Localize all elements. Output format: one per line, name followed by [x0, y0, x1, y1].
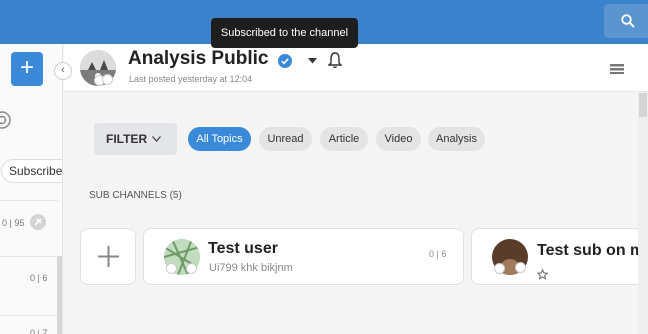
topic-chip-unread[interactable]: Unread	[259, 127, 312, 151]
collapse-sidebar-button[interactable]: ‹	[54, 62, 72, 80]
main-scrollbar[interactable]	[638, 92, 648, 334]
star-icon[interactable]	[537, 269, 548, 280]
lock-badge-icon	[515, 262, 526, 273]
unread-count: 0 | 6	[30, 273, 48, 283]
at-sign-icon[interactable]	[0, 110, 12, 130]
pin-icon[interactable]	[30, 214, 46, 230]
topic-chip-article[interactable]: Article	[320, 127, 368, 151]
hamburger-icon[interactable]	[610, 64, 624, 74]
sub-channel-card[interactable]: Test user Ui799 khk bikjnm 0 | 6	[143, 228, 464, 285]
unread-count: 0 | 95	[2, 218, 25, 228]
search-button[interactable]	[604, 4, 648, 38]
caret-down-icon[interactable]	[308, 58, 317, 64]
sub-channel-card[interactable]: Test sub on mobile	[471, 228, 648, 285]
list-item[interactable]: 0 | 7	[0, 315, 58, 334]
group-badge-icon	[186, 263, 197, 274]
sub-channels-label: SUB CHANNELS (5)	[89, 190, 182, 201]
sub-channel-name: Test user	[208, 240, 278, 257]
topic-chip-all-topics[interactable]: All Topics	[188, 127, 251, 151]
unread-count: 0 | 7	[30, 328, 48, 334]
plus-icon	[98, 246, 119, 267]
sub-channel-description: Ui799 khk bikjnm	[209, 262, 293, 274]
main-scrollbar-thumb[interactable]	[639, 93, 647, 117]
check-badge-icon	[166, 263, 177, 274]
subscribed-tooltip: Subscribed to the channel	[211, 18, 358, 48]
list-item[interactable]: 0 | 6	[0, 256, 58, 316]
unread-count: 0 | 6	[429, 249, 447, 259]
channel-title: Analysis Public	[128, 48, 269, 69]
verified-check-icon[interactable]	[278, 54, 292, 68]
chevron-left-icon: ‹	[61, 64, 65, 76]
subscribed-filter-chip[interactable]: Subscribed	[1, 159, 62, 183]
group-badge-icon	[102, 74, 113, 85]
search-icon	[621, 14, 635, 28]
topic-chip-video[interactable]: Video	[376, 127, 421, 151]
topic-chip-analysis[interactable]: Analysis	[428, 127, 485, 151]
sub-channel-name: Test sub on mobile	[537, 242, 648, 259]
new-channel-button[interactable]: +	[11, 52, 43, 86]
check-badge-icon	[494, 263, 505, 274]
add-sub-channel-button[interactable]	[80, 228, 136, 285]
last-posted-text: Last posted yesterday at 12:04	[129, 74, 253, 84]
filter-button[interactable]: FILTER	[94, 123, 177, 155]
bell-icon[interactable]	[328, 52, 342, 69]
chevron-down-icon	[152, 136, 161, 142]
list-item[interactable]: 0 | 95	[0, 200, 58, 257]
channel-list-panel: + Subscribed 0 | 95 0 | 6 0 | 7	[0, 44, 63, 334]
left-scrollbar-thumb[interactable]	[57, 256, 62, 334]
